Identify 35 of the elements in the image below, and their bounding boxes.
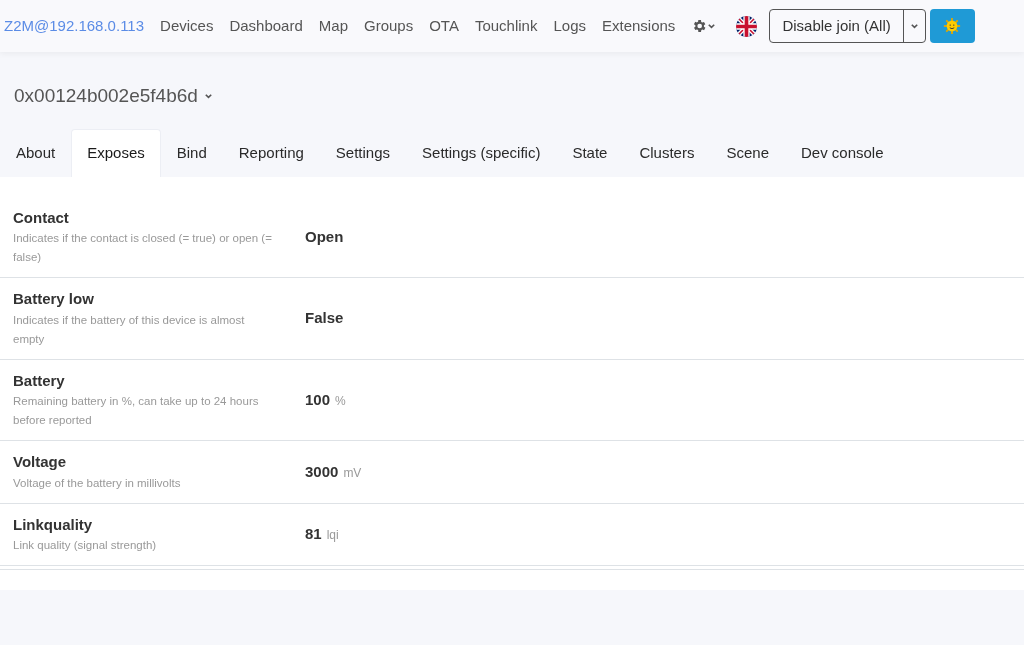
feature-value: Open — [305, 226, 344, 247]
unit-label: mV — [343, 464, 362, 482]
feature-name: Contact — [13, 207, 70, 228]
feature-value: False — [305, 308, 344, 328]
settings-icon — [691, 18, 708, 34]
nav-link[interactable]: Groups — [356, 14, 422, 38]
feature-description: Link quality (signal strength) — [13, 538, 158, 553]
flag-icon[interactable] — [736, 15, 758, 37]
feature-name: Linkquality — [13, 514, 94, 535]
feature-description: Remaining battery in %, can take up to 24 hours before reported — [13, 394, 260, 428]
feature-description: Voltage of the battery in millivolts — [13, 475, 182, 491]
nav-link[interactable]: Logs — [545, 14, 594, 38]
feature-value: 81 — [305, 524, 322, 544]
theme-button[interactable] — [929, 9, 975, 43]
feature-value: 100 — [305, 389, 331, 410]
feature-description: Indicates if the battery of this device is almost empty — [13, 312, 246, 347]
feature-name: Battery — [13, 370, 66, 391]
nav-link[interactable]: OTA — [421, 14, 467, 38]
feature-value: 3000 — [305, 461, 339, 482]
feature-description: Indicates if the contact is closed (= true) or open (= false) — [13, 231, 273, 265]
nav-link[interactable]: Map — [310, 14, 356, 38]
device-title: 0x00124b002e5f4b6d — [14, 84, 198, 108]
caret-icon[interactable] — [203, 91, 213, 101]
caret-icon — [909, 21, 919, 31]
unit-label: lqi — [326, 527, 339, 544]
sun-icon — [943, 17, 962, 35]
nav-link[interactable]: Extensions — [594, 14, 684, 38]
nav-link[interactable]: Devices — [152, 14, 222, 38]
unit-label: % — [335, 392, 346, 410]
caret-icon — [707, 21, 717, 31]
tab[interactable]: Exposes — [71, 128, 161, 177]
feature-name: Voltage — [13, 452, 68, 472]
feature-name: Battery low — [13, 289, 95, 309]
nav-link[interactable]: Dashboard — [221, 14, 311, 38]
nav-link[interactable]: Touchlink — [466, 14, 546, 38]
